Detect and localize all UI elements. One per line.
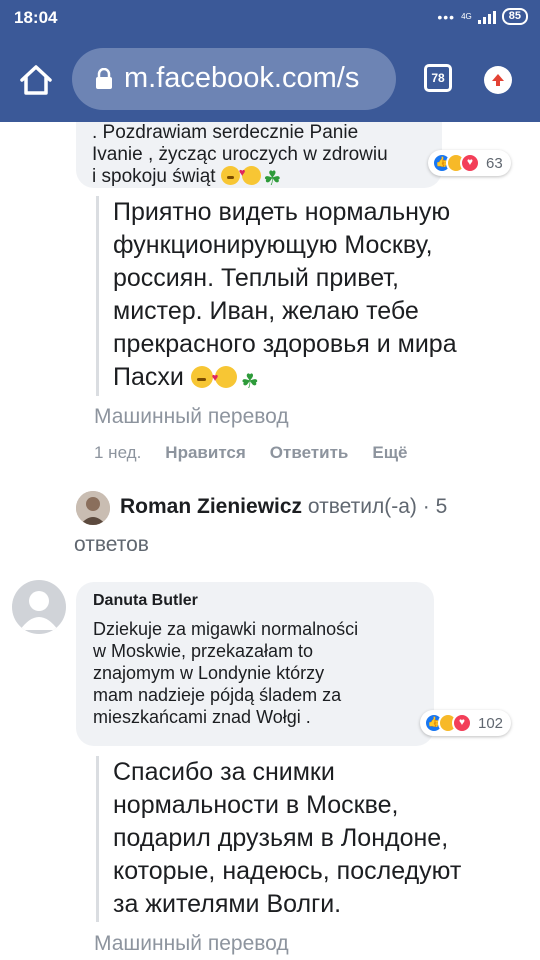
translation-line: функционирующую Москву, [113,231,433,259]
avatar[interactable] [12,580,66,634]
battery-icon: 85 [501,8,528,25]
machine-translation-label[interactable]: Машинный перевод [94,932,289,956]
machine-translation-label[interactable]: Машинный перевод [94,405,289,429]
avatar [76,491,110,525]
status-bar: 18:04 ••• 4G 85 [0,0,540,36]
smiling-hearts-emoji-icon [212,362,237,395]
reactions-summary[interactable]: 👍 ♥ 102 [420,710,512,736]
reply-count: 5 [435,495,448,518]
comment-bubble: . Pozdrawiam serdecznie Panie Ivanie , ż… [76,122,442,190]
arrow-up-icon [492,74,504,86]
smile-emoji-icon [190,366,213,388]
comment-text-line: . Pozdrawiam serdecznie Panie [92,122,359,143]
clover-emoji-icon: ☘ [263,168,282,190]
comment-text-line-3: i spokoju świąt [92,166,216,187]
signal-icon [477,10,496,24]
tab-switcher-button[interactable]: 78 [424,64,452,92]
default-avatar-icon [20,591,58,630]
home-button[interactable] [16,60,56,100]
love-reaction-icon: ♥ [452,713,472,733]
comment-text-line: w Moskwie, przekazałam to [93,641,314,661]
reaction-count: 63 [486,154,503,172]
translation-line: которые, надеюсь, последуют [113,857,462,885]
reply-author-name[interactable]: Roman Zieniewicz [120,495,302,518]
reaction-count: 102 [478,714,504,732]
comments-feed: . Pozdrawiam serdecznie Panie Ivanie , ż… [0,122,540,960]
smiling-hearts-emoji-icon [239,162,261,185]
smile-emoji-icon [220,166,240,185]
comment-bubble: Danuta Butler Dziekuje za migawki normal… [76,582,434,746]
comment-text: . Pozdrawiam serdecznie Panie Ivanie , ż… [92,122,388,190]
comment-text-line: Dziekuje za migawki normalności [93,619,359,639]
reply-summary-line: Roman Zieniewicz ответил(-а) · 5 [120,489,447,525]
comment-actions: 1 нед. Нравится Ответить Ещё [94,443,408,463]
translation-line: Спасибо за снимки [113,758,335,786]
update-button[interactable] [484,66,512,94]
comment-author[interactable]: Danuta Butler [93,592,198,610]
comment-text-line: mieszkańcami znad Wołgi . [93,707,311,727]
network-type: 4G [461,11,472,21]
status-time: 18:04 [14,8,58,27]
translation-line: прекрасного здоровья и мира [113,330,457,358]
translated-text: Приятно видеть нормальную функционирующу… [96,196,516,396]
comment-text-line: i spokoju świąt ☘ [92,162,388,190]
url-text: m.facebook.com/s [124,62,360,94]
clover-emoji-icon: ☘ [240,371,259,393]
more-button[interactable]: Ещё [372,443,407,463]
reply-button[interactable]: Ответить [270,443,349,463]
comment-text-line: mam nadzieje pójdą śladem za [93,685,342,705]
reactions-summary[interactable]: 👍 ♥ 63 [428,150,511,176]
comment-text-line: znajomym w Londynie którzy [93,663,325,683]
browser-toolbar: m.facebook.com/s 78 [0,36,540,122]
translation-line: Пасхи ☘ [113,361,516,395]
comment-text: Dziekuje za migawki normalności w Moskwi… [93,618,423,728]
like-button[interactable]: Нравится [165,443,246,463]
address-bar[interactable]: m.facebook.com/s [72,48,396,110]
translation-line: Приятно видеть нормальную [113,198,451,226]
home-icon [20,65,52,95]
status-icons: ••• 4G 85 [437,8,528,25]
reply-action-text: ответил(-а) [307,495,417,518]
translation-line: подарил друзьям в Лондоне, [113,824,449,852]
lock-icon [96,68,112,89]
reply-count-unit: ответов [74,533,149,556]
translated-text: Спасибо за снимки нормальности в Москве,… [96,756,516,922]
separator: · [422,495,430,518]
love-reaction-icon: ♥ [460,153,480,173]
translation-line-6: Пасхи [113,363,184,391]
comment-timestamp: 1 нед. [94,443,142,462]
translation-line: за жителями Волги. [113,890,342,918]
translation-line: нормальности в Москве, [113,791,399,819]
user-photo-icon [76,491,110,525]
translation-line: мистер. Иван, желаю тебе [113,297,419,325]
notification-dots-icon: ••• [437,8,456,25]
translation-line: россиян. Теплый привет, [113,264,399,292]
